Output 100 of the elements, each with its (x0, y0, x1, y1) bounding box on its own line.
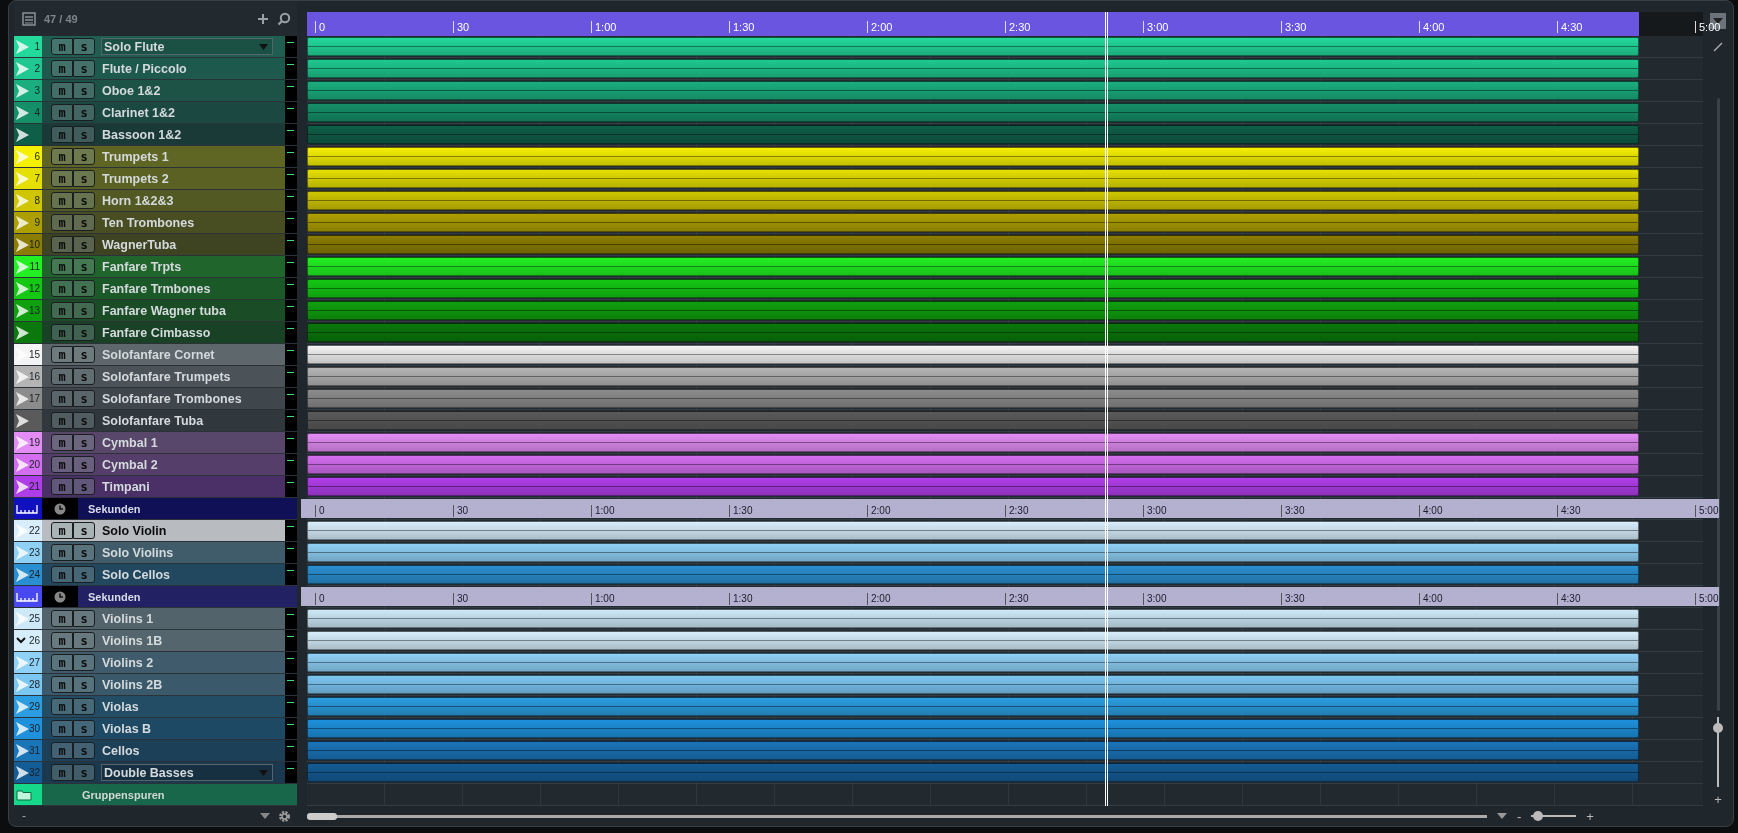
search-icon[interactable] (277, 11, 291, 26)
solo-button[interactable]: s (73, 324, 95, 341)
triangle-icon[interactable] (16, 237, 29, 252)
ruler-track-header[interactable]: Sekunden (14, 586, 297, 608)
audio-clip[interactable] (307, 653, 1639, 672)
ruler-lane[interactable]: 0 30 1:00 1:30 2:00 2:30 3:00 3:30 4:00 4:30 5:00 (301, 587, 1719, 606)
solo-button[interactable]: s (73, 170, 95, 187)
track-header[interactable]: 30 m s Violas B (14, 718, 297, 740)
track-header[interactable]: 17 m s Solofanfare Trombones (14, 388, 297, 410)
mute-button[interactable]: m (51, 544, 73, 561)
mute-button[interactable]: m (51, 126, 73, 143)
audio-clip[interactable] (307, 301, 1639, 320)
mute-button[interactable]: m (51, 720, 73, 737)
track-header[interactable]: 31 m s Cellos (14, 740, 297, 762)
triangle-icon[interactable] (16, 127, 29, 142)
track-header[interactable]: 15 m s Solofanfare Cornet (14, 344, 297, 366)
solo-button[interactable]: s (73, 522, 95, 539)
track-header[interactable]: 20 m s Cymbal 2 (14, 454, 297, 476)
track-header[interactable]: m s Solofanfare Tuba (14, 410, 297, 432)
audio-clip[interactable] (307, 81, 1639, 100)
solo-button[interactable]: s (73, 346, 95, 363)
audio-clip[interactable] (307, 279, 1639, 298)
audio-clip[interactable] (307, 59, 1639, 78)
pencil-icon[interactable] (1713, 42, 1723, 52)
triangle-icon[interactable] (16, 325, 29, 340)
ruler-lane[interactable]: 0 30 1:00 1:30 2:00 2:30 3:00 3:30 4:00 4:30 5:00 (301, 499, 1719, 518)
solo-button[interactable]: s (73, 214, 95, 231)
caret-icon[interactable] (260, 813, 270, 819)
triangle-icon[interactable] (16, 457, 29, 472)
track-header[interactable]: 27 m s Violins 2 (14, 652, 297, 674)
audio-clip[interactable] (307, 455, 1639, 474)
audio-clip[interactable] (307, 719, 1639, 738)
triangle-icon[interactable] (16, 105, 29, 120)
audio-clip[interactable] (307, 675, 1639, 694)
mute-button[interactable]: m (51, 478, 73, 495)
triangle-icon[interactable] (16, 721, 29, 736)
audio-clip[interactable] (307, 477, 1639, 496)
track-header[interactable]: 1 m s Solo Flute (14, 36, 297, 58)
triangle-icon[interactable] (16, 567, 29, 582)
solo-button[interactable]: s (73, 434, 95, 451)
mute-button[interactable]: m (51, 82, 73, 99)
solo-button[interactable]: s (73, 764, 95, 781)
solo-button[interactable]: s (73, 126, 95, 143)
solo-button[interactable]: s (73, 566, 95, 583)
track-header[interactable]: 32 m s Double Basses (14, 762, 297, 784)
solo-button[interactable]: s (73, 698, 95, 715)
audio-clip[interactable] (307, 389, 1639, 408)
track-header[interactable]: 8 m s Horn 1&2&3 (14, 190, 297, 212)
audio-clip[interactable] (307, 631, 1639, 650)
solo-button[interactable]: s (73, 236, 95, 253)
mute-button[interactable]: m (51, 346, 73, 363)
zoom-in-label[interactable]: + (1586, 809, 1594, 823)
triangle-icon[interactable] (16, 765, 29, 780)
audio-clip[interactable] (307, 543, 1639, 562)
solo-button[interactable]: s (73, 610, 95, 627)
audio-clip[interactable] (307, 697, 1639, 716)
track-header[interactable]: 16 m s Solofanfare Trumpets (14, 366, 297, 388)
mute-button[interactable]: m (51, 170, 73, 187)
ruler-track-header[interactable]: Sekunden (14, 498, 297, 520)
audio-clip[interactable] (307, 323, 1639, 342)
mute-button[interactable]: m (51, 632, 73, 649)
solo-button[interactable]: s (73, 412, 95, 429)
track-header[interactable]: 26 m s Violins 1B (14, 630, 297, 652)
solo-button[interactable]: s (73, 742, 95, 759)
settings-icon[interactable] (278, 809, 291, 823)
audio-clip[interactable] (307, 609, 1639, 628)
clock-icon[interactable] (54, 590, 66, 603)
mute-button[interactable]: m (51, 192, 73, 209)
track-header[interactable]: 6 m s Trumpets 1 (14, 146, 297, 168)
track-header[interactable]: 23 m s Solo Violins (14, 542, 297, 564)
mute-button[interactable]: m (51, 566, 73, 583)
mute-button[interactable]: m (51, 324, 73, 341)
track-header[interactable]: 22 m s Solo Violin (14, 520, 297, 542)
solo-button[interactable]: s (73, 676, 95, 693)
track-header[interactable]: 24 m s Solo Cellos (14, 564, 297, 586)
audio-clip[interactable] (307, 565, 1639, 584)
solo-button[interactable]: s (73, 654, 95, 671)
track-header[interactable]: 19 m s Cymbal 1 (14, 432, 297, 454)
mute-button[interactable]: m (51, 104, 73, 121)
mute-button[interactable]: m (51, 302, 73, 319)
solo-button[interactable]: s (73, 148, 95, 165)
mute-button[interactable]: m (51, 676, 73, 693)
solo-button[interactable]: s (73, 720, 95, 737)
track-header[interactable]: 13 m s Fanfare Wagner tuba (14, 300, 297, 322)
track-header[interactable]: m s Fanfare Cimbasso (14, 322, 297, 344)
solo-button[interactable]: s (73, 456, 95, 473)
caret-icon[interactable] (1497, 813, 1507, 819)
clock-icon[interactable] (54, 502, 66, 515)
audio-clip[interactable] (307, 433, 1639, 452)
mute-button[interactable]: m (51, 236, 73, 253)
mute-button[interactable]: m (51, 390, 73, 407)
playhead-line[interactable] (1105, 36, 1108, 806)
mute-button[interactable]: m (51, 434, 73, 451)
solo-button[interactable]: s (73, 302, 95, 319)
audio-clip[interactable] (307, 763, 1639, 782)
track-header[interactable]: 28 m s Violins 2B (14, 674, 297, 696)
track-header[interactable]: 7 m s Trumpets 2 (14, 168, 297, 190)
track-name-field[interactable]: Solo Flute (101, 38, 273, 55)
mute-button[interactable]: m (51, 368, 73, 385)
track-header[interactable]: 10 m s WagnerTuba (14, 234, 297, 256)
